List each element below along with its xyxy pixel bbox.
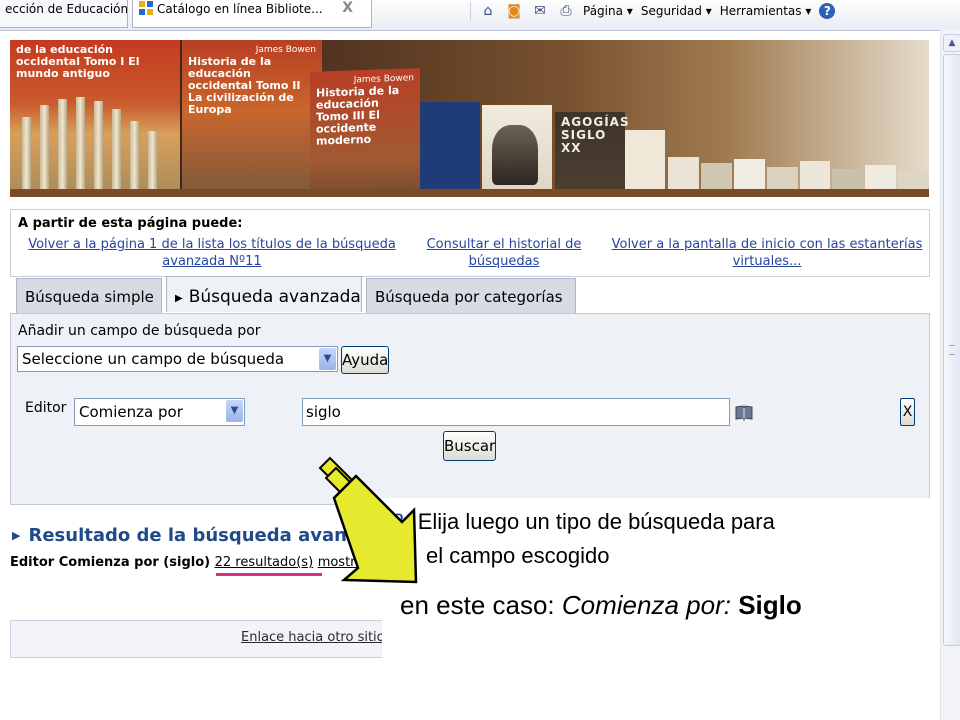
home-icon[interactable]: ⌂ bbox=[479, 3, 497, 19]
annotation-line-3: en este caso: Comienza por: Siglo bbox=[400, 590, 802, 621]
chevron-down-icon: ▾ bbox=[705, 4, 712, 18]
rss-icon[interactable]: ◙ bbox=[505, 3, 523, 19]
operator-select[interactable]: Comienza por ▼ bbox=[74, 398, 245, 426]
banner-book-5 bbox=[482, 105, 552, 197]
chevron-down-icon: ▾ bbox=[626, 4, 633, 18]
browser-toolbar: ección de Educación Catálogo en línea Bi… bbox=[0, 0, 960, 31]
advanced-search-panel: Añadir un campo de búsqueda por Seleccio… bbox=[10, 313, 930, 505]
tab-busqueda-simple-label: Búsqueda simple bbox=[25, 288, 154, 306]
portrait-image bbox=[492, 125, 538, 185]
search-field-select-value: Seleccione un campo de búsqueda bbox=[22, 350, 285, 368]
banner-book-6-title: AGOGÍAS SIGLO XX bbox=[561, 115, 630, 155]
dropdown-arrow-icon: ▼ bbox=[319, 348, 336, 370]
annotation-line-3-colon: : bbox=[723, 590, 731, 620]
tab-busqueda-categorias[interactable]: Búsqueda por categorías bbox=[366, 278, 576, 313]
banner-book-2-title: Historia de la educación occidental Tomo… bbox=[188, 55, 301, 116]
link-back-to-results[interactable]: Volver a la página 1 de la lista los tít… bbox=[23, 236, 401, 270]
menu-pagina-label: Página bbox=[583, 4, 623, 18]
add-field-label: Añadir un campo de búsqueda por bbox=[18, 323, 261, 339]
tab-busqueda-avanzada-label: Búsqueda avanzada bbox=[188, 287, 361, 307]
help-icon[interactable]: ? bbox=[819, 3, 836, 19]
annotation-line-3-bold: Siglo bbox=[738, 590, 802, 620]
book-icon[interactable] bbox=[735, 404, 753, 422]
tab-arrow-icon: ▶ bbox=[175, 293, 183, 304]
operator-select-value: Comienza por bbox=[79, 403, 183, 421]
banner-book-3: James Bowen Historia de la educación Tom… bbox=[310, 68, 420, 197]
search-button[interactable]: Buscar bbox=[443, 431, 496, 461]
tab-busqueda-categorias-label: Búsqueda por categorías bbox=[375, 288, 563, 306]
results-count-link[interactable]: 22 resultado(s) bbox=[215, 555, 314, 570]
browser-tab-title: ección de Educación bbox=[5, 2, 128, 16]
pointer-arrow-icon bbox=[318, 456, 418, 584]
info-panel-title: A partir de esta página puede: bbox=[18, 216, 243, 231]
shelf bbox=[10, 189, 929, 197]
menu-pagina[interactable]: Página ▾ bbox=[583, 4, 633, 18]
tab-busqueda-avanzada[interactable]: ▶ Búsqueda avanzada bbox=[166, 276, 362, 312]
info-panel: A partir de esta página puede: Volver a … bbox=[10, 209, 930, 277]
menu-herramientas[interactable]: Herramientas ▾ bbox=[720, 4, 812, 18]
tab-busqueda-simple[interactable]: Búsqueda simple bbox=[16, 278, 162, 313]
scroll-up-icon[interactable]: ▲ bbox=[943, 34, 960, 52]
command-bar: ⌂ ◙ ✉ ⎙ Página ▾ Seguridad ▾ Herramienta… bbox=[470, 0, 836, 22]
editor-field-label: Editor bbox=[25, 400, 67, 416]
header-banner: de la educación occidental Tomo I El mun… bbox=[10, 40, 929, 197]
browser-tab-catalogo[interactable]: Catálogo en línea Bibliote... X bbox=[132, 0, 372, 28]
toolbar-separator bbox=[470, 2, 471, 20]
banner-book-3-title: Historia de la educación Tomo III El occ… bbox=[316, 83, 400, 148]
menu-herramientas-label: Herramientas bbox=[719, 4, 802, 18]
favicon-icon bbox=[139, 1, 153, 15]
external-link-panel: Enlace hacia otro sitio bbox=[10, 620, 392, 658]
temple-columns-image bbox=[18, 88, 178, 197]
browser-tab-educacion[interactable]: ección de Educación bbox=[0, 0, 128, 28]
vertical-scrollbar[interactable]: ▲ bbox=[940, 30, 960, 720]
help-button[interactable]: Ayuda bbox=[341, 346, 389, 374]
email-icon[interactable]: ✉ bbox=[531, 3, 549, 19]
highlight-underline bbox=[216, 573, 322, 576]
annotation-line-3-italic: Comienza por bbox=[561, 590, 724, 620]
search-term-input[interactable]: siglo bbox=[302, 398, 730, 426]
banner-book-1: de la educación occidental Tomo I El mun… bbox=[10, 40, 180, 197]
dropdown-arrow-icon: ▼ bbox=[226, 400, 243, 422]
external-link[interactable]: Enlace hacia otro sitio bbox=[241, 630, 385, 645]
search-field-select[interactable]: Seleccione un campo de búsqueda ▼ bbox=[17, 346, 338, 372]
menu-seguridad-label: Seguridad bbox=[640, 4, 702, 18]
banner-book-2: James Bowen Historia de la educación occ… bbox=[182, 40, 322, 197]
tab-arrow-icon: ▶ bbox=[12, 529, 21, 542]
banner-book-6: AGOGÍAS SIGLO XX bbox=[555, 112, 629, 197]
banner-book-1-title: de la educación occidental Tomo I El mun… bbox=[16, 43, 140, 80]
menu-seguridad[interactable]: Seguridad ▾ bbox=[641, 4, 712, 18]
link-virtual-shelves[interactable]: Volver a la pantalla de inicio con las e… bbox=[605, 236, 929, 270]
annotation-line-1-text: Elija luego un tipo de búsqueda para bbox=[417, 509, 775, 534]
link-search-history[interactable]: Consultar el historial de búsquedas bbox=[423, 236, 585, 270]
close-tab-icon[interactable]: X bbox=[342, 0, 353, 17]
browser-tab-title: Catálogo en línea Bibliote... bbox=[157, 2, 323, 16]
banner-book-4 bbox=[420, 102, 480, 197]
banner-book-7 bbox=[625, 130, 665, 197]
results-query-text: Editor Comienza por (siglo) bbox=[10, 555, 211, 570]
scroll-grip-icon bbox=[949, 345, 955, 355]
annotation-line-2: el campo escogido bbox=[426, 543, 610, 568]
scroll-thumb[interactable] bbox=[943, 54, 960, 646]
chevron-down-icon: ▾ bbox=[805, 4, 812, 18]
print-icon[interactable]: ⎙ bbox=[557, 3, 575, 19]
remove-field-button[interactable]: X bbox=[900, 398, 915, 426]
